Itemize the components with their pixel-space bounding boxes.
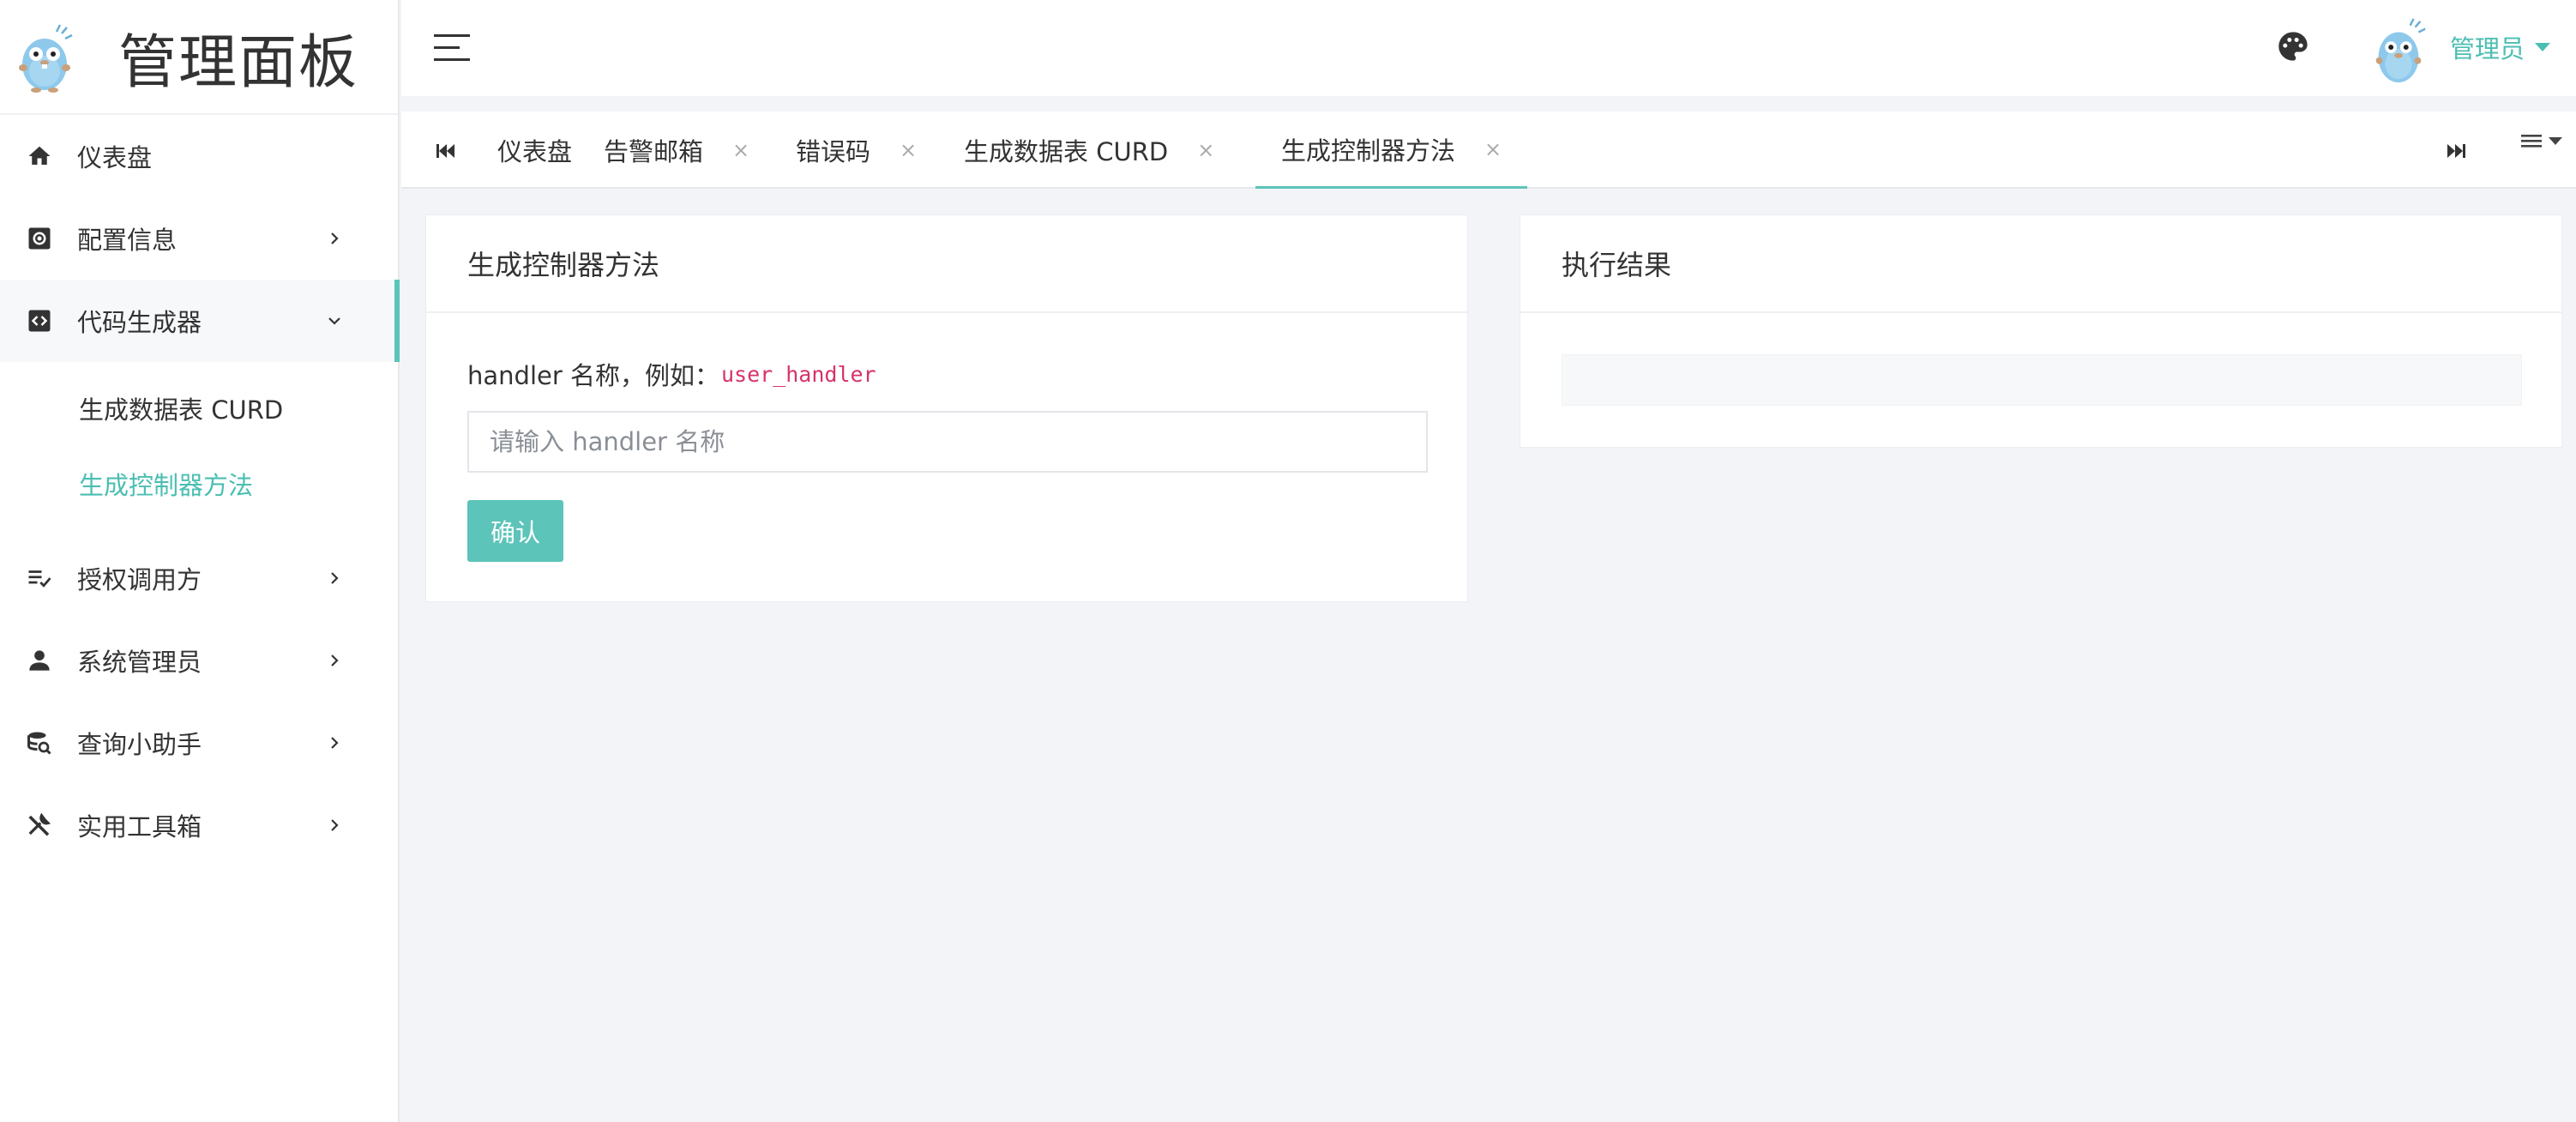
top-header: 管理员 xyxy=(401,0,2576,96)
brand-title: 管理面板 xyxy=(118,28,359,97)
tab-error-code[interactable]: 错误码 × xyxy=(770,112,942,189)
chevron-right-icon xyxy=(331,819,339,831)
close-icon[interactable]: × xyxy=(1484,137,1502,161)
tab-scroll-right-button[interactable] xyxy=(2435,130,2477,172)
sidebar-item-label: 授权调用方 xyxy=(77,565,202,594)
example-code: user_handler xyxy=(720,361,876,387)
sidebar-item-admins[interactable]: 系统管理员 xyxy=(0,619,398,702)
skip-forward-icon xyxy=(2447,144,2465,158)
card-title: 生成控制器方法 xyxy=(426,215,1467,313)
home-icon xyxy=(26,142,53,170)
sidebar-item-authorized[interactable]: 授权调用方 xyxy=(0,537,398,619)
menu-toggle-icon[interactable] xyxy=(434,33,470,63)
sidebar-item-tools[interactable]: 实用工具箱 xyxy=(0,784,398,866)
palette-icon[interactable] xyxy=(2276,29,2310,63)
list-check-icon xyxy=(26,564,53,592)
sidebar-item-dashboard[interactable]: 仪表盘 xyxy=(0,115,398,197)
avatar xyxy=(2375,18,2426,83)
chevron-right-icon xyxy=(331,737,339,749)
label-text: handler 名称，例如： xyxy=(467,361,719,390)
chevron-down-icon xyxy=(328,317,340,325)
gopher-logo-icon xyxy=(19,24,73,93)
caret-down-icon xyxy=(2535,43,2550,51)
sidebar-item-label: 查询小助手 xyxy=(77,730,202,759)
gear-box-icon xyxy=(26,225,53,252)
database-search-icon xyxy=(26,729,53,757)
close-icon[interactable]: × xyxy=(1197,138,1214,162)
sidebar: 管理面板 仪表盘 配置信息 代码生成器 生成数据表 CURD 生成控制器方法 授… xyxy=(0,0,400,1122)
chevron-right-icon xyxy=(331,232,339,244)
skip-back-icon xyxy=(436,144,454,158)
handler-name-input[interactable] xyxy=(467,411,1428,473)
close-icon[interactable]: × xyxy=(900,138,917,162)
chevron-right-icon xyxy=(331,572,339,584)
sidebar-nav: 仪表盘 配置信息 代码生成器 生成数据表 CURD 生成控制器方法 授权调用方 … xyxy=(0,115,400,866)
sidebar-item-label: 实用工具箱 xyxy=(77,812,202,842)
tab-bar: 仪表盘 告警邮箱 × 错误码 × 生成数据表 CURD × 生成控制器方法 × xyxy=(401,112,2576,189)
sidebar-item-label: 系统管理员 xyxy=(77,648,202,677)
handler-name-label: handler 名称，例如： user_handler xyxy=(467,356,876,392)
tab-alert-email[interactable]: 告警邮箱 × xyxy=(578,112,775,189)
sidebar-subitem-controller[interactable]: 生成控制器方法 xyxy=(0,446,398,522)
chevron-right-icon xyxy=(331,654,339,667)
user-menu[interactable]: 管理员 xyxy=(2450,29,2550,65)
sidebar-item-query[interactable]: 查询小助手 xyxy=(0,702,398,784)
tab-gen-controller[interactable]: 生成控制器方法 × xyxy=(1255,112,1528,189)
user-name: 管理员 xyxy=(2449,34,2525,63)
code-box-icon xyxy=(26,307,53,335)
sidebar-subitem-curd[interactable]: 生成数据表 CURD xyxy=(0,371,398,446)
sidebar-submenu: 生成数据表 CURD 生成控制器方法 xyxy=(0,362,398,537)
brand: 管理面板 xyxy=(0,0,398,115)
card-title: 执行结果 xyxy=(1520,215,2561,313)
sidebar-item-codegen[interactable]: 代码生成器 xyxy=(0,280,400,362)
tab-options-menu[interactable] xyxy=(2521,132,2562,149)
tab-scroll-left-button[interactable] xyxy=(425,130,466,172)
tab-label: 错误码 xyxy=(796,137,871,166)
close-icon[interactable]: × xyxy=(732,138,749,162)
sidebar-item-label: 配置信息 xyxy=(77,226,178,255)
user-icon xyxy=(26,647,53,674)
sidebar-item-label: 代码生成器 xyxy=(77,308,202,337)
caret-down-icon xyxy=(2549,136,2562,145)
list-icon xyxy=(2521,135,2542,148)
tab-label: 仪表盘 xyxy=(497,137,573,166)
execution-result-card: 执行结果 xyxy=(1520,214,2562,448)
tab-label: 告警邮箱 xyxy=(604,137,704,166)
tab-label: 生成控制器方法 xyxy=(1281,136,1456,166)
sidebar-item-config[interactable]: 配置信息 xyxy=(0,197,398,280)
result-output xyxy=(1562,354,2522,406)
sidebar-item-label: 仪表盘 xyxy=(77,143,153,172)
tab-gen-curd[interactable]: 生成数据表 CURD × xyxy=(938,112,1240,189)
tab-label: 生成数据表 CURD xyxy=(964,137,1169,166)
confirm-button[interactable]: 确认 xyxy=(467,500,563,562)
generate-controller-card: 生成控制器方法 handler 名称，例如： user_handler 确认 xyxy=(425,214,1468,602)
tools-icon xyxy=(26,811,53,839)
